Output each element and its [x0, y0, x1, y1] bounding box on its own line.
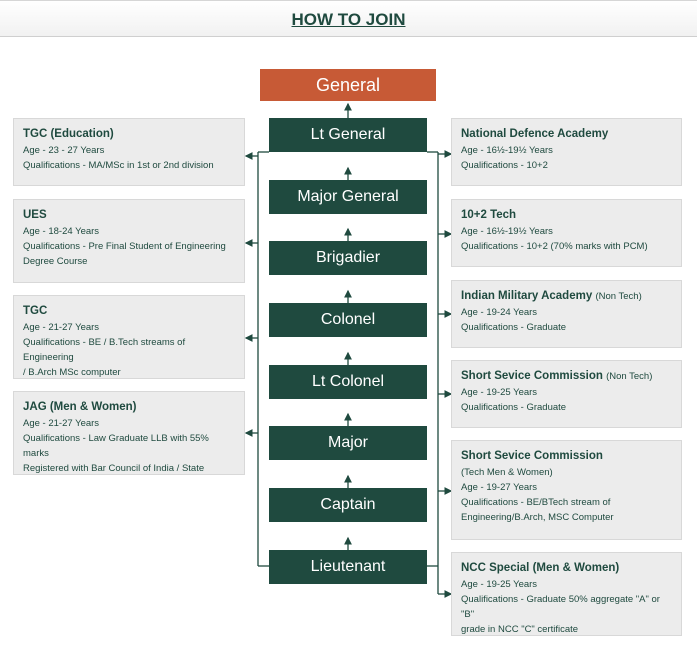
entry-qualifications-cont: Registered with Bar Council of India / S… [23, 463, 205, 474]
entry-card-jag: JAG (Men & Women) Age - 21-27 Years Qual… [13, 391, 245, 475]
entry-card-tgc: TGC Age - 21-27 Years Qualifications - B… [13, 295, 245, 379]
entry-qualifications-cont: Degree Course [23, 256, 88, 267]
rank-general: General [260, 69, 436, 101]
entry-qualifications: Qualifications - MA/MSc in 1st or 2nd di… [23, 160, 214, 171]
entry-title: Short Sevice Commission (Non Tech) [461, 368, 673, 385]
entry-age: Age - 19-25 Years [461, 387, 538, 398]
entry-qualifications: Qualifications - BE/BTech stream of [461, 497, 611, 508]
entry-age: Age - 18-24 Years [23, 226, 100, 237]
rank-captain: Captain [269, 488, 427, 522]
entry-qualifications: Qualifications - Pre Final Student of En… [23, 241, 226, 252]
rank-lieutenant: Lieutenant [269, 550, 427, 584]
entry-title-note: (Non Tech) [606, 371, 653, 382]
entry-title: TGC [23, 305, 48, 317]
entry-age: Age - 21-27 Years [23, 322, 100, 333]
rank-lt-general: Lt General [269, 118, 427, 152]
rank-major: Major [269, 426, 427, 460]
entry-card-10-2-tech: 10+2 Tech Age - 16½-19½ Years Qualificat… [451, 199, 682, 267]
entry-qualifications: Qualifications - Graduate [461, 402, 567, 413]
entry-age: Age - 19-24 Years [461, 307, 538, 318]
entry-qualifications: Qualifications - BE / B.Tech streams of … [23, 337, 186, 363]
entry-title-text: Indian Military Academy [461, 290, 593, 302]
entry-title: NCC Special (Men & Women) [461, 562, 620, 574]
entry-subtitle: (Tech Men & Women) [461, 467, 553, 478]
entry-qualifications-cont: Engineering/B.Arch, MSC Computer [461, 512, 614, 523]
rank-lt-colonel: Lt Colonel [269, 365, 427, 399]
entry-qualifications: Qualifications - Graduate [461, 322, 567, 333]
entry-title: 10+2 Tech [461, 209, 517, 221]
entry-title: JAG (Men & Women) [23, 401, 137, 413]
entry-qualifications-cont: grade in NCC "C" certificate [461, 624, 579, 635]
rank-brigadier: Brigadier [269, 241, 427, 275]
entry-title: Indian Military Academy (Non Tech) [461, 288, 673, 305]
entry-title: UES [23, 209, 47, 221]
entry-title: TGC (Education) [23, 128, 114, 140]
entry-qualifications-cont: / B.Arch MSc computer [23, 367, 121, 378]
entry-card-tgc-education: TGC (Education) Age - 23 - 27 Years Qual… [13, 118, 245, 186]
entry-qualifications: Qualifications - Law Graduate LLB with 5… [23, 433, 209, 459]
entry-age: Age - 23 - 27 Years [23, 145, 105, 156]
entry-title-note: (Non Tech) [595, 291, 642, 302]
entry-card-ssc-non-tech: Short Sevice Commission (Non Tech) Age -… [451, 360, 682, 428]
entry-age: Age - 21-27 Years [23, 418, 100, 429]
entry-age: Age - 16½-19½ Years [461, 145, 553, 156]
entry-qualifications: Qualifications - 10+2 [461, 160, 548, 171]
entry-card-ncc-special: NCC Special (Men & Women) Age - 19-25 Ye… [451, 552, 682, 636]
entry-age: Age - 19-25 Years [461, 579, 538, 590]
entry-title-text: Short Sevice Commission [461, 370, 603, 382]
entry-age: Age - 19-27 Years [461, 482, 538, 493]
rank-colonel: Colonel [269, 303, 427, 337]
entry-title: Short Sevice Commission [461, 450, 603, 462]
entry-qualifications: Qualifications - Graduate 50% aggregate … [461, 594, 660, 620]
entry-age: Age - 16½-19½ Years [461, 226, 553, 237]
entry-title: National Defence Academy [461, 128, 609, 140]
rank-major-general: Major General [269, 180, 427, 214]
entry-card-ues: UES Age - 18-24 Years Qualifications - P… [13, 199, 245, 283]
entry-card-ssc-tech: Short Sevice Commission (Tech Men & Wome… [451, 440, 682, 540]
entry-card-nda: National Defence Academy Age - 16½-19½ Y… [451, 118, 682, 186]
entry-card-ima: Indian Military Academy (Non Tech) Age -… [451, 280, 682, 348]
entry-qualifications: Qualifications - 10+2 (70% marks with PC… [461, 241, 648, 252]
